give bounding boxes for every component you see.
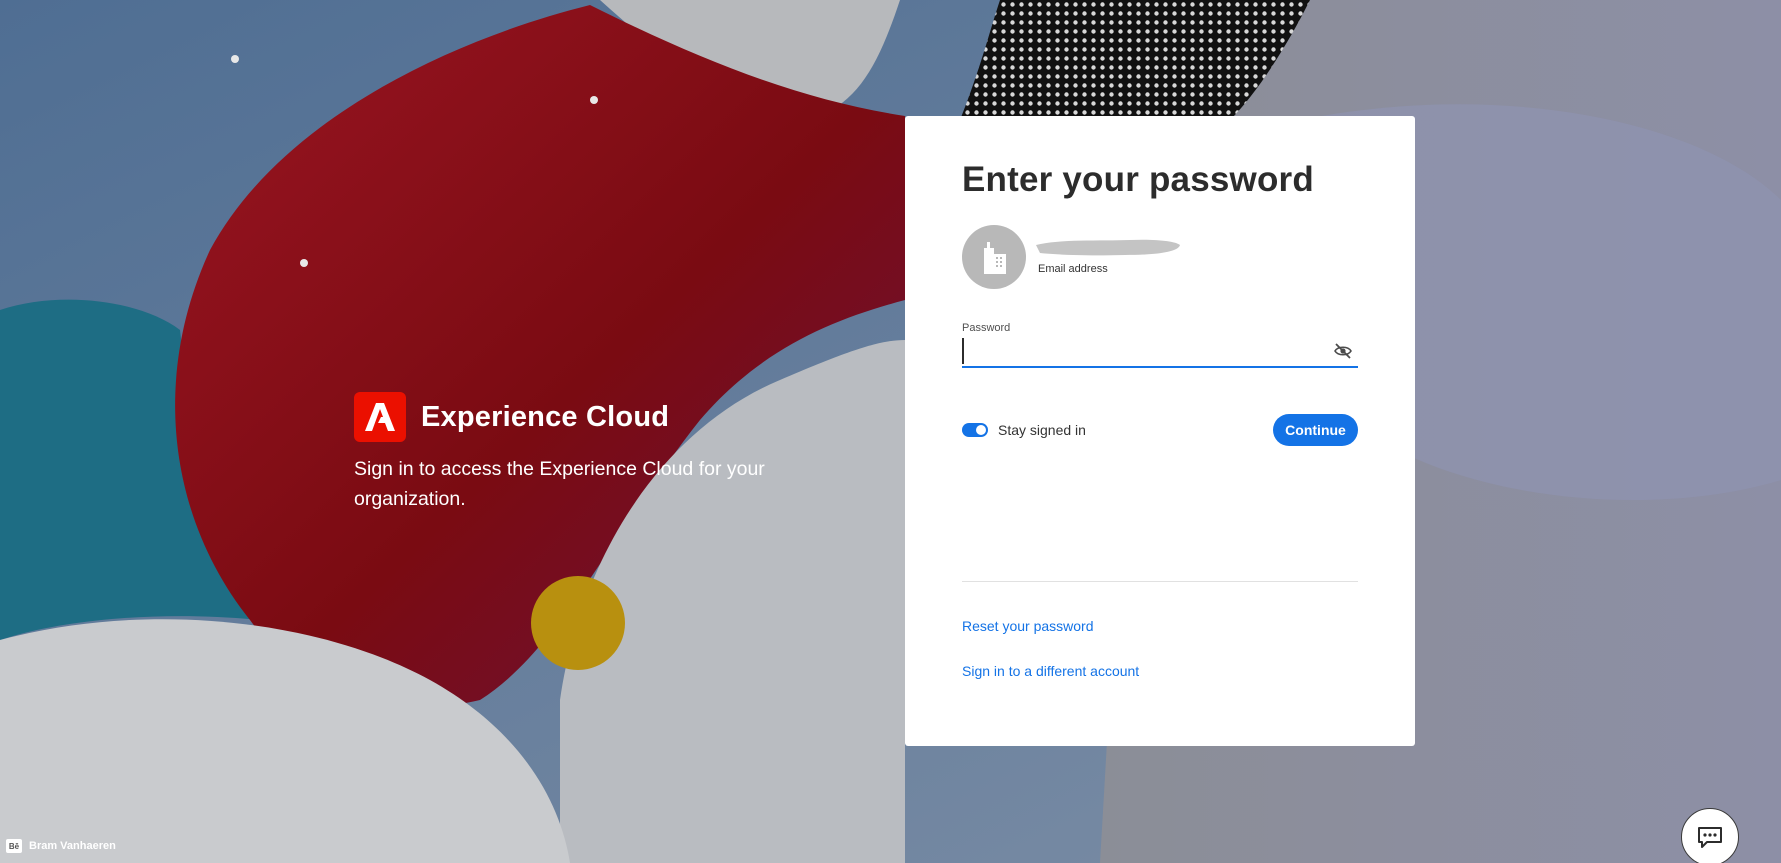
background-artwork [0,0,1781,863]
stay-signed-in-label: Stay signed in [998,422,1086,438]
page-title: Enter your password [962,160,1314,199]
login-page: Experience Cloud Sign in to access the E… [0,0,1781,863]
password-label: Password [962,322,1011,334]
reset-password-link[interactable]: Reset your password [962,618,1094,634]
email-label: Email address [1038,263,1108,275]
email-redacted [1036,239,1180,256]
building-icon [962,225,1026,289]
adobe-logo-icon [354,392,406,442]
stay-signed-in: Stay signed in [962,422,1086,438]
chat-button[interactable] [1681,808,1739,863]
password-input[interactable] [962,338,1324,364]
continue-button[interactable]: Continue [1273,414,1358,446]
chat-icon [1698,827,1722,848]
credit-author: Bram Vanhaeren [29,840,116,852]
brand-block: Experience Cloud Sign in to access the E… [354,392,774,514]
switch-account-link[interactable]: Sign in to a different account [962,663,1139,679]
brand-header: Experience Cloud [354,392,774,442]
artwork-credit[interactable]: Bē Bram Vanhaeren [6,839,116,853]
action-row: Stay signed in Continue [962,414,1358,446]
signin-card: Enter your password Email address Passwo… [905,116,1415,746]
toggle-knob [976,425,986,435]
stay-signed-in-toggle[interactable] [962,423,988,437]
account-summary: Email address [962,224,1358,290]
password-field [962,338,1358,368]
behance-icon: Bē [6,839,22,853]
divider [962,581,1358,582]
eye-off-icon[interactable] [1334,343,1352,359]
brand-title: Experience Cloud [421,400,670,433]
brand-subtitle: Sign in to access the Experience Cloud f… [354,458,765,510]
